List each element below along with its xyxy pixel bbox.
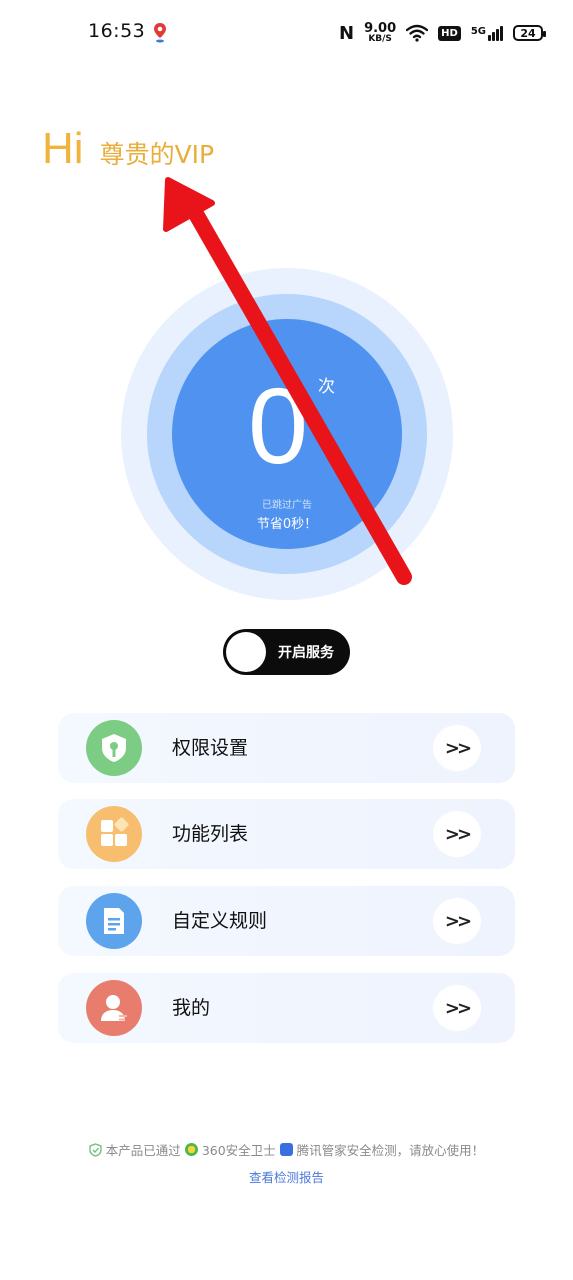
chevron-right-icon[interactable]: >> [433,725,481,771]
security-footer: 本产品已通过 360安全卫士 腾讯管家安全检测，请放心使用！ 查看检测报告 [0,1140,573,1186]
360-security-icon [184,1143,198,1156]
chevron-right-icon[interactable]: >> [433,985,481,1031]
menu-item-profile[interactable]: 我的 >> [58,973,515,1043]
menu-label: 我的 [172,997,211,1019]
nfc-icon: N [339,22,355,44]
security-notice: 本产品已通过 360安全卫士 腾讯管家安全检测，请放心使用！ [0,1140,573,1159]
chevron-right-icon[interactable]: >> [433,898,481,944]
grid-blocks-icon [86,806,142,862]
toggle-knob [226,632,266,672]
security-text-b: 360安全卫士 [201,1143,276,1158]
document-rule-icon [86,893,142,949]
view-report-link[interactable]: 查看检测报告 [0,1167,573,1186]
menu-label: 自定义规则 [172,910,268,932]
skip-count: 0 [248,365,309,486]
chevron-right-icon[interactable]: >> [433,811,481,857]
user-profile-icon [86,980,142,1036]
hd-badge: HD [438,25,461,41]
menu-item-permissions[interactable]: 权限设置 >> [58,713,515,783]
menu-item-custom-rules[interactable]: 自定义规则 >> [58,886,515,956]
security-text-a: 本产品已通过 [105,1143,181,1158]
time-saved: 节省0秒！ [256,517,318,532]
security-text-c: 腾讯管家安全检测，请放心使用！ [296,1143,485,1158]
network-speed: 9.00 KB/S [364,21,397,44]
greeting-name: 尊贵的VIP [99,140,215,169]
signal-icon: 5G [471,25,503,41]
menu-label: 权限设置 [172,737,249,759]
service-toggle-label: 开启服务 [278,645,334,661]
skip-count-unit: 次 [318,377,335,397]
wifi-icon [406,24,429,42]
service-toggle[interactable]: 开启服务 [223,629,350,675]
tencent-manager-icon [279,1143,293,1156]
status-icons: N 9.00 KB/S HD 5G 24 [339,20,546,46]
menu-item-features[interactable]: 功能列表 >> [58,799,515,869]
menu-label: 功能列表 [172,823,249,845]
greeting-hi: Hi [42,124,84,173]
status-bar: 16:53 N 9.00 KB/S HD 5G 24 [0,0,573,66]
skip-caption: 已跳过广告 [262,500,312,511]
status-time: 16:53 [88,20,146,42]
greeting: Hi 尊贵的VIP [42,124,214,174]
location-pin-icon [154,23,166,43]
shield-check-icon [89,1142,102,1157]
battery-icon: 24 [513,25,546,41]
shield-key-icon [86,720,142,776]
